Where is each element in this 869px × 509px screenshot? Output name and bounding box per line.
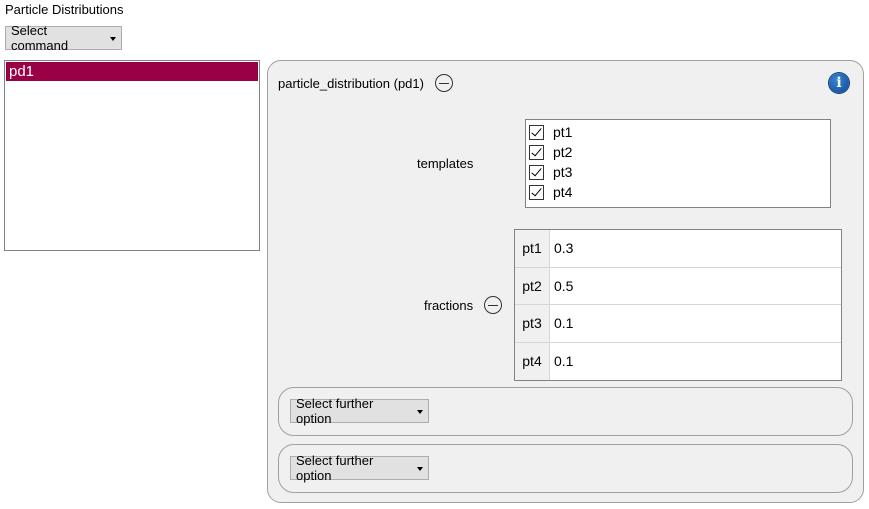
panel-title: particle_distribution (pd1) <box>278 76 424 91</box>
checkbox-checked-icon[interactable] <box>529 184 544 200</box>
template-item-pt2[interactable]: pt2 <box>526 142 830 162</box>
checkbox-checked-icon[interactable] <box>529 144 544 160</box>
further-option-label: Select further option <box>296 396 374 426</box>
table-row: pt3 0.1 <box>515 305 841 343</box>
fraction-key: pt3 <box>515 305 549 342</box>
fraction-value-input[interactable]: 0.1 <box>549 305 841 342</box>
distribution-list[interactable]: pd1 <box>4 60 260 251</box>
fraction-key: pt4 <box>515 342 549 380</box>
fraction-value-input[interactable]: 0.1 <box>549 342 841 380</box>
template-label: pt3 <box>553 164 573 180</box>
template-item-pt1[interactable]: pt1 <box>526 122 830 142</box>
template-label: pt4 <box>553 184 573 200</box>
templates-checklist: pt1 pt2 pt3 pt4 <box>525 119 831 208</box>
select-further-option-button[interactable]: Select further option <box>290 453 429 483</box>
select-command-label: Select command <box>11 23 69 53</box>
caret-down-icon <box>110 36 116 41</box>
caret-down-icon <box>417 466 423 471</box>
table-row: pt4 0.1 <box>515 342 841 380</box>
fractions-table: pt1 0.3 pt2 0.5 pt3 0.1 pt4 0.1 <box>514 229 842 381</box>
template-item-pt4[interactable]: pt4 <box>526 182 830 202</box>
checkbox-checked-icon[interactable] <box>529 164 544 180</box>
checkbox-checked-icon[interactable] <box>529 124 544 140</box>
page-title: Particle Distributions <box>5 2 124 17</box>
further-option-label: Select further option <box>296 453 374 483</box>
templates-label: templates <box>417 156 474 171</box>
template-label: pt1 <box>553 124 573 140</box>
caret-down-icon <box>417 409 423 414</box>
template-item-pt3[interactable]: pt3 <box>526 162 830 182</box>
table-row: pt2 0.5 <box>515 267 841 305</box>
fraction-value-input[interactable]: 0.5 <box>549 267 841 304</box>
select-further-option-button[interactable]: Select further option <box>290 396 429 426</box>
collapse-panel-icon[interactable] <box>435 74 453 92</box>
fraction-key: pt1 <box>515 230 549 267</box>
table-row: pt1 0.3 <box>515 230 841 268</box>
collapse-fractions-icon[interactable] <box>484 296 502 314</box>
info-icon[interactable]: i <box>829 73 849 93</box>
fraction-key: pt2 <box>515 267 549 304</box>
template-label: pt2 <box>553 144 573 160</box>
list-item[interactable]: pd1 <box>6 62 258 81</box>
fraction-value-input[interactable]: 0.3 <box>549 230 841 267</box>
fractions-label: fractions <box>424 298 474 313</box>
select-command-button[interactable]: Select command <box>5 23 122 53</box>
